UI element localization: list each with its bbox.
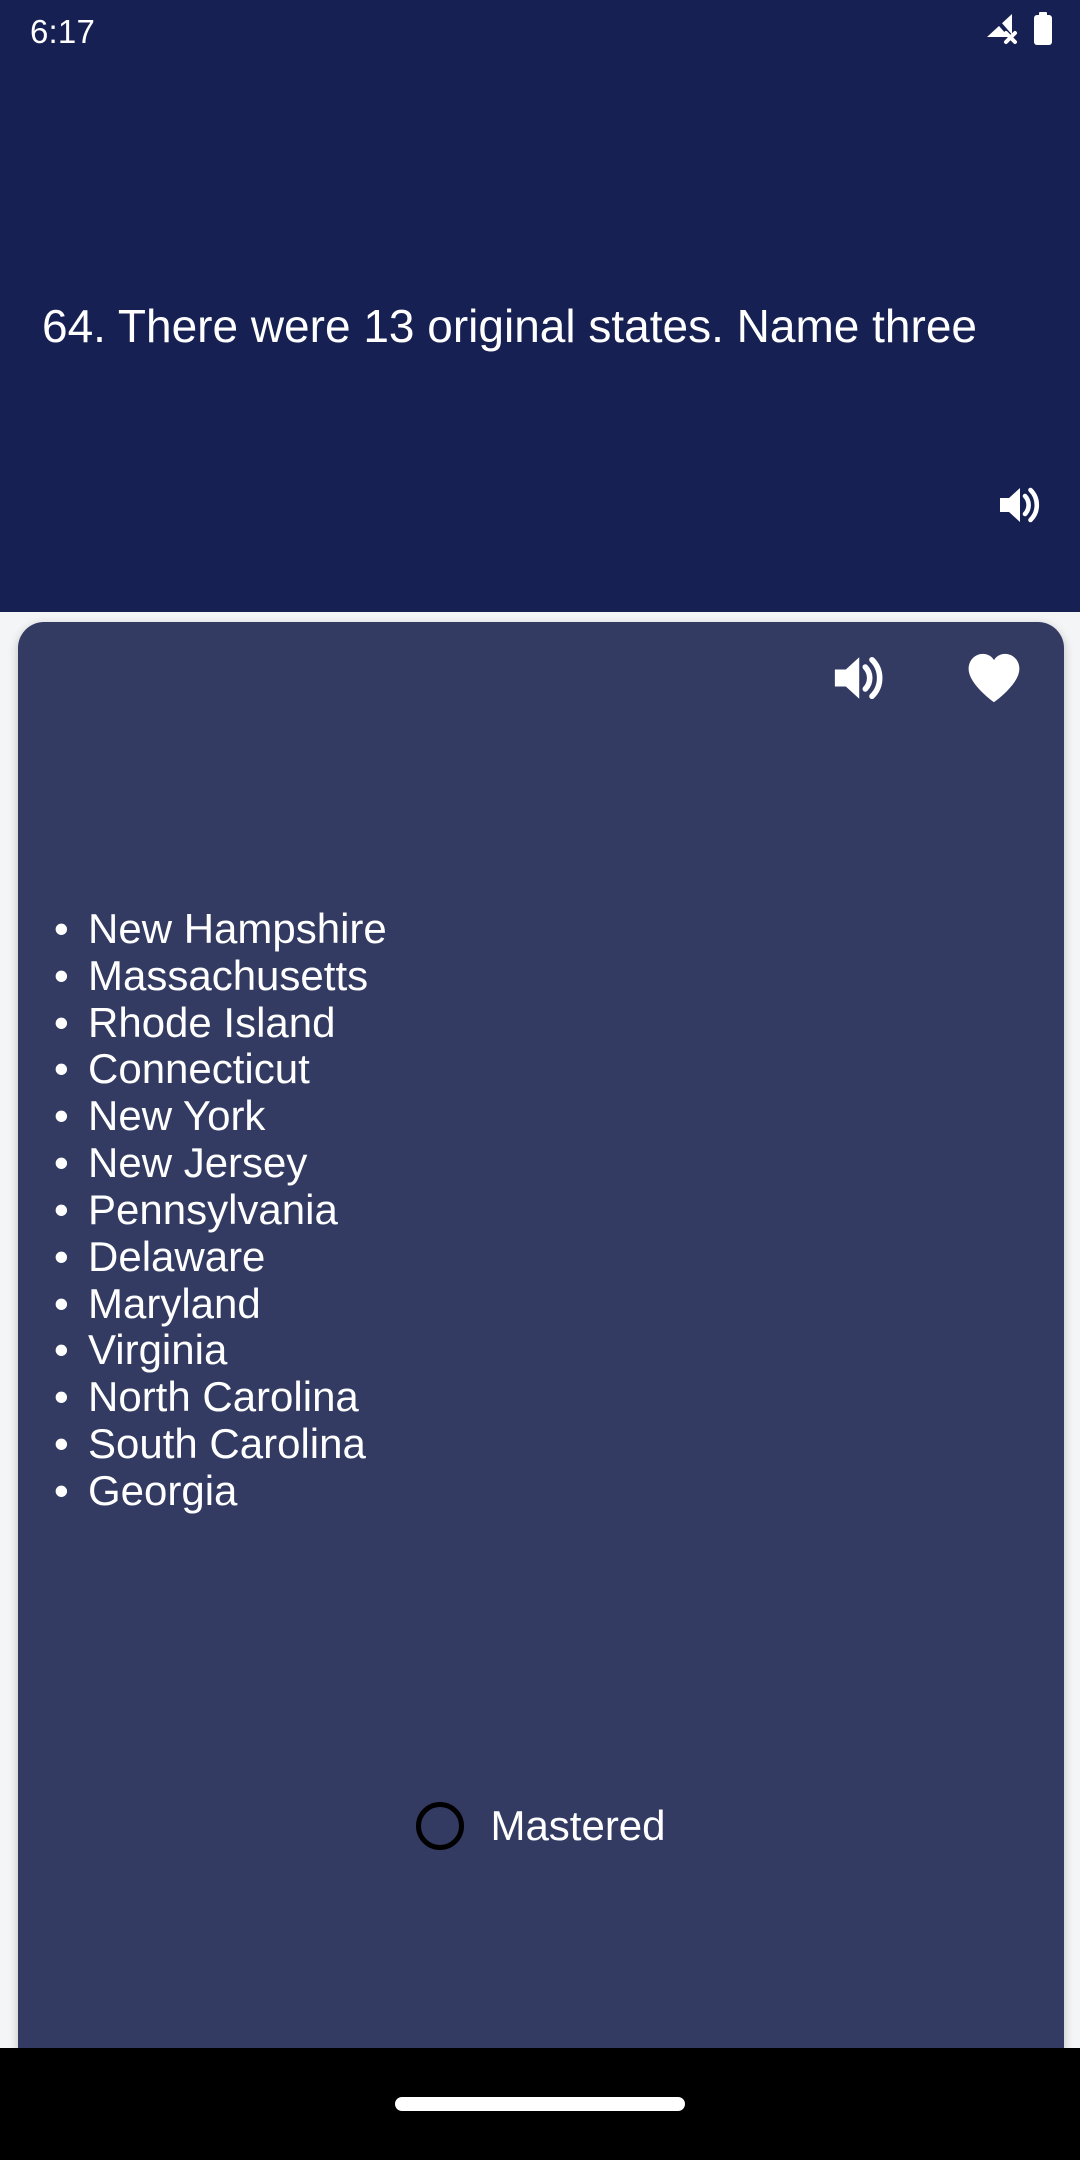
status-bar-clock: 6:17 [30, 12, 96, 50]
list-item: • New York [54, 1092, 1028, 1140]
bullet-icon: • [54, 951, 69, 999]
list-item-label: Virginia [88, 1326, 228, 1374]
bullet-icon: • [54, 905, 69, 952]
speak-answer-button[interactable] [824, 646, 892, 714]
list-item: • Maryland [54, 1279, 1028, 1328]
system-navigation-bar [0, 2048, 1080, 2160]
list-item-label: North Carolina [88, 1373, 359, 1421]
status-bar-icons [984, 11, 1054, 51]
status-bar: 6:17 [0, 0, 1080, 62]
bullet-icon: • [54, 1466, 69, 1514]
bullet-icon: • [54, 1092, 69, 1140]
list-item-label: New Hampshire [88, 905, 387, 952]
mastered-toggle[interactable]: Mastered [18, 1802, 1064, 1850]
bullet-icon: • [54, 1185, 69, 1233]
bullet-icon: • [54, 998, 69, 1046]
signal-no-service-icon [984, 13, 1018, 50]
heart-filled-icon [965, 651, 1023, 710]
answer-card: • New Hampshire • Massachusetts • Rhode Isl… [18, 622, 1064, 2106]
list-item: • New Jersey [54, 1139, 1028, 1187]
list-item-label: Pennsylvania [88, 1185, 338, 1233]
list-item-label: Connecticut [88, 1045, 310, 1093]
list-item: • Massachusetts [54, 951, 1028, 1000]
list-item-label: Massachusetts [88, 951, 369, 999]
list-item-label: Georgia [88, 1466, 238, 1514]
list-item: • Pennsylvania [54, 1185, 1028, 1234]
bullet-icon: • [54, 1139, 69, 1187]
list-item-label: Maryland [88, 1279, 261, 1327]
battery-full-icon [1032, 11, 1054, 51]
list-item-label: Delaware [88, 1232, 266, 1280]
list-item: • New Hampshire [54, 905, 1028, 953]
list-item-label: South Carolina [88, 1420, 366, 1468]
question-text: 64. There were 13 original states. Name … [42, 300, 977, 352]
list-item-label: New York [88, 1092, 266, 1140]
list-item: • South Carolina [54, 1420, 1028, 1468]
question-panel: 6:17 64. There were 13 original states. … [0, 0, 1080, 612]
bullet-icon: • [54, 1420, 69, 1468]
phone-screen: 6:17 64. There were 13 original states. … [0, 0, 1080, 2160]
bullet-icon: • [54, 1326, 69, 1374]
answer-card-toolbar [824, 646, 1028, 714]
favorite-button[interactable] [960, 646, 1028, 714]
bullet-icon: • [54, 1045, 69, 1093]
mastered-label: Mastered [490, 1802, 666, 1849]
answer-list: • New Hampshire • Massachusetts • Rhode Isl… [54, 905, 1028, 1515]
bullet-icon: • [54, 1373, 69, 1421]
list-item: • Connecticut [54, 1046, 1028, 1093]
list-item: • North Carolina [54, 1373, 1028, 1421]
list-item: • Georgia [54, 1466, 1028, 1515]
speak-question-button[interactable] [986, 476, 1052, 538]
list-item-label: Rhode Island [88, 998, 336, 1046]
list-item-label: New Jersey [88, 1139, 308, 1187]
mastered-radio-button[interactable] [416, 1802, 465, 1850]
list-item: • Delaware [54, 1232, 1028, 1281]
bullet-icon: • [54, 1232, 69, 1280]
list-item: • Rhode Island [54, 998, 1028, 1047]
home-indicator[interactable] [395, 2097, 685, 2111]
volume-up-icon [996, 484, 1042, 531]
bullet-icon: • [54, 1279, 69, 1327]
list-item: • Virginia [54, 1327, 1028, 1374]
volume-up-icon [830, 652, 886, 709]
